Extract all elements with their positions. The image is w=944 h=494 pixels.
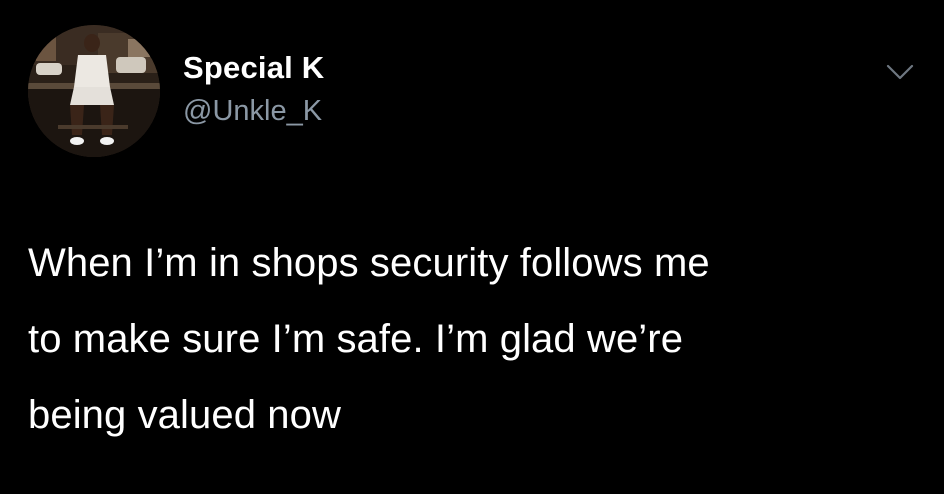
tweet-text-line: to make sure I’m safe. I’m glad we’re [28, 317, 684, 361]
chevron-down-icon [886, 64, 914, 80]
avatar[interactable] [28, 25, 160, 157]
profile-photo-icon [28, 25, 160, 157]
tweet-card: Special K @Unkle_K When I’m in shops sec… [0, 0, 944, 494]
tweet-text: When I’m in shops security follows me to… [28, 225, 928, 453]
author-handle[interactable]: @Unkle_K [183, 95, 322, 128]
tweet-text-line: being valued now [28, 393, 341, 437]
author-display-name[interactable]: Special K [183, 50, 324, 86]
tweet-text-line: When I’m in shops security follows me [28, 241, 710, 285]
tweet-menu-button[interactable] [880, 58, 920, 88]
